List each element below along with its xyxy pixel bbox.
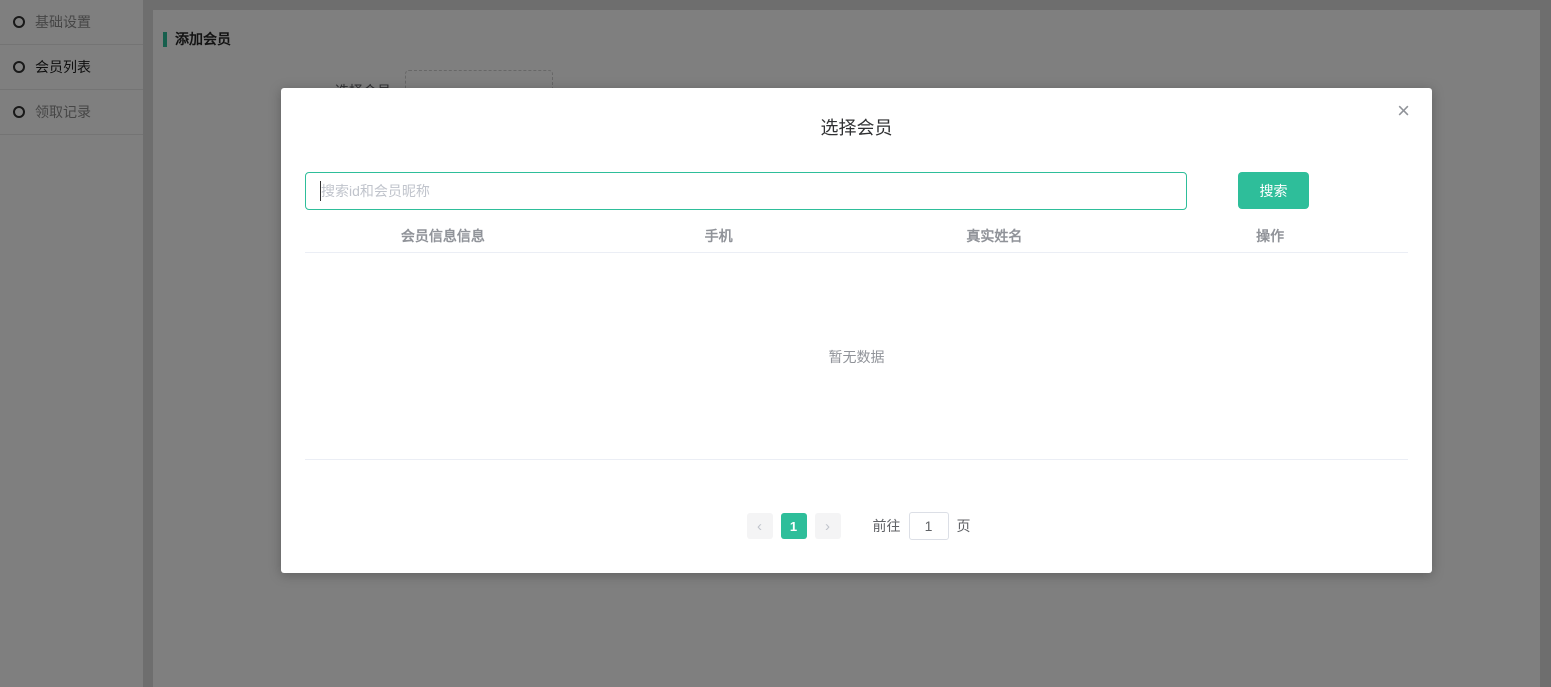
goto-unit-label: 页 [956,518,971,534]
search-row: 搜索 [305,172,1408,210]
goto-page-group: 前往 页 [873,512,971,540]
chevron-left-icon[interactable]: ‹ [746,513,773,539]
search-input-wrap [305,172,1187,210]
column-header-real-name: 真实姓名 [966,228,1023,244]
pagination: ‹ 1 › 前往 页 [281,512,1432,540]
page-number-button[interactable]: 1 [780,513,807,539]
goto-page-input[interactable] [908,512,949,540]
column-header-phone: 手机 [704,228,733,244]
search-input[interactable] [305,172,1187,210]
table-empty-body: 暂无数据 [305,254,1408,460]
column-header-member-info: 会员信息信息 [400,228,485,244]
search-button[interactable]: 搜索 [1238,172,1309,209]
select-member-dialog: × 选择会员 搜索 会员信息信息 手机 真实姓名 操作 暂无数据 ‹ 1 › 前… [281,88,1432,573]
chevron-right-icon[interactable]: › [814,513,841,539]
goto-label: 前往 [872,518,901,534]
column-header-actions: 操作 [1256,228,1285,244]
text-caret [320,181,321,201]
table-header-row: 会员信息信息 手机 真实姓名 操作 [305,222,1408,253]
empty-state-text: 暂无数据 [828,348,885,365]
dialog-title: 选择会员 [820,118,893,138]
